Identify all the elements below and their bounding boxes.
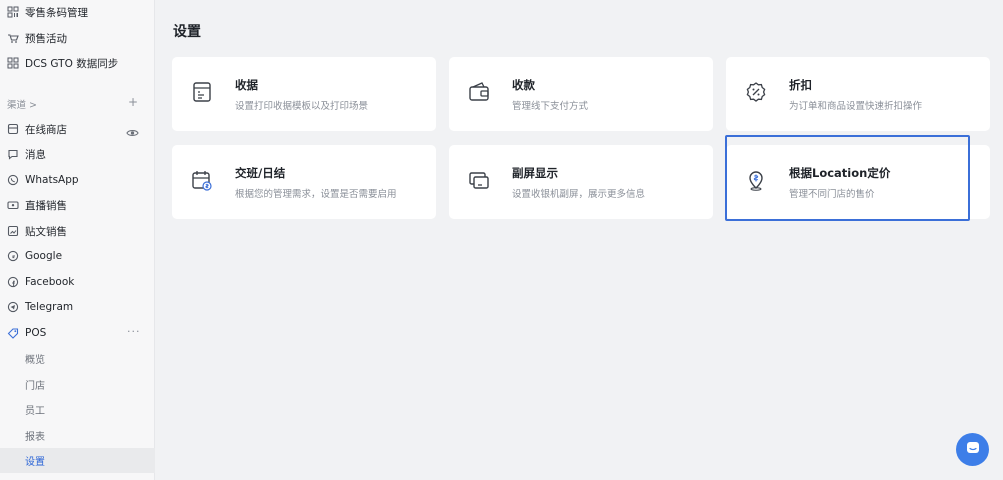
card-title: 副屏显示 [512, 166, 558, 180]
sidebar-item-live-sales[interactable]: 直播销售 [0, 193, 155, 217]
wallet-icon [468, 80, 490, 104]
sidebar-item-telegram[interactable]: Telegram [0, 295, 155, 319]
eye-icon[interactable] [126, 123, 139, 136]
sidebar-item-post-sales[interactable]: 贴文销售 [0, 219, 155, 243]
sidebar-item-label: POS [25, 327, 47, 339]
settings-card-receipt[interactable]: 收据 设置打印收据模板以及打印场景 [172, 57, 436, 131]
sidebar-item-label: 零售条码管理 [25, 6, 88, 19]
settings-card-payment[interactable]: 收款 管理线下支付方式 [449, 57, 713, 131]
sidebar-item-label: 消息 [25, 148, 46, 161]
barcode-icon [7, 6, 19, 18]
settings-card-shift[interactable]: 交班/日结 根据您的管理需求，设置是否需要启用 [172, 145, 436, 219]
sidebar-subitem-label: 员工 [25, 405, 45, 417]
sidebar-item-label: WhatsApp [25, 174, 79, 186]
card-title: 收据 [235, 78, 258, 92]
page-title: 设置 [173, 24, 201, 40]
card-description: 根据您的管理需求，设置是否需要启用 [235, 189, 397, 200]
add-channel-button[interactable]: + [128, 95, 138, 109]
settings-card-second-screen[interactable]: 副屏显示 设置收银机副屏，展示更多信息 [449, 145, 713, 219]
live-icon [7, 199, 19, 211]
whatsapp-icon [7, 174, 19, 186]
sidebar-item-label: Facebook [25, 276, 75, 288]
sidebar-item-label: 直播销售 [25, 199, 67, 212]
sidebar-item-label: DCS GTO 数据同步 [25, 57, 119, 70]
sidebar-item-presale[interactable]: 预售活动 [0, 26, 155, 50]
second-screen-icon [468, 168, 490, 192]
card-description: 为订单和商品设置快速折扣操作 [789, 101, 923, 112]
calendar-money-icon [191, 168, 213, 192]
facebook-icon [7, 276, 19, 288]
settings-card-location-pricing[interactable]: 根据Location定价 管理不同门店的售价 [726, 145, 990, 219]
post-icon [7, 225, 19, 237]
sidebar-item-facebook[interactable]: Facebook [0, 270, 155, 294]
sidebar-subitem-label: 概览 [25, 354, 45, 366]
sidebar-item-google[interactable]: Google [0, 244, 155, 268]
discount-icon [745, 80, 767, 104]
card-description: 设置打印收据模板以及打印场景 [235, 101, 369, 112]
card-title: 折扣 [789, 78, 812, 92]
sidebar-subitem-staff[interactable]: 员工 [0, 397, 155, 421]
card-title: 收款 [512, 78, 535, 92]
sidebar-subitem-label: 门店 [25, 380, 45, 392]
sidebar-item-label: Telegram [25, 301, 74, 313]
sidebar-item-whatsapp[interactable]: WhatsApp [0, 168, 155, 192]
channel-section-label[interactable]: 渠道 > [7, 97, 37, 111]
sidebar-item-label: 预售活动 [25, 32, 67, 45]
sidebar-subitem-settings[interactable]: 设置 [0, 448, 155, 473]
sidebar-subitem-label: 报表 [25, 431, 45, 443]
sidebar-subitem-label: 设置 [25, 457, 45, 468]
card-description: 管理不同门店的售价 [789, 189, 875, 200]
sidebar-item-messages[interactable]: 消息 [0, 142, 155, 166]
presale-icon [7, 32, 19, 44]
sync-icon [7, 57, 19, 69]
card-description: 管理线下支付方式 [512, 101, 589, 112]
sidebar-item-label: Google [25, 250, 63, 262]
card-title: 根据Location定价 [789, 166, 891, 180]
more-options-icon[interactable]: ··· [127, 325, 141, 338]
sidebar-item-label: 贴文销售 [25, 225, 67, 238]
sidebar: 零售条码管理 预售活动 DCS GTO 数据同步 渠道 > + 在线商店 消息 … [0, 0, 155, 480]
card-description: 设置收银机副屏，展示更多信息 [512, 189, 646, 200]
pos-icon [7, 327, 19, 339]
sidebar-subitem-overview[interactable]: 概览 [0, 346, 155, 370]
card-title: 交班/日结 [235, 166, 286, 180]
sidebar-subitem-reports[interactable]: 报表 [0, 423, 155, 447]
google-icon [7, 250, 19, 262]
location-price-icon [745, 168, 767, 192]
receipt-icon [191, 80, 213, 104]
store-icon [7, 123, 19, 135]
message-icon [7, 148, 19, 160]
chat-support-button[interactable] [956, 433, 989, 466]
chat-bubble-icon [965, 440, 981, 460]
sidebar-item-barcode[interactable]: 零售条码管理 [0, 0, 155, 24]
telegram-icon [7, 301, 19, 313]
sidebar-item-label: 在线商店 [25, 123, 67, 136]
sidebar-subitem-stores[interactable]: 门店 [0, 372, 155, 396]
settings-card-discount[interactable]: 折扣 为订单和商品设置快速折扣操作 [726, 57, 990, 131]
sidebar-item-dcs-sync[interactable]: DCS GTO 数据同步 [0, 51, 155, 75]
